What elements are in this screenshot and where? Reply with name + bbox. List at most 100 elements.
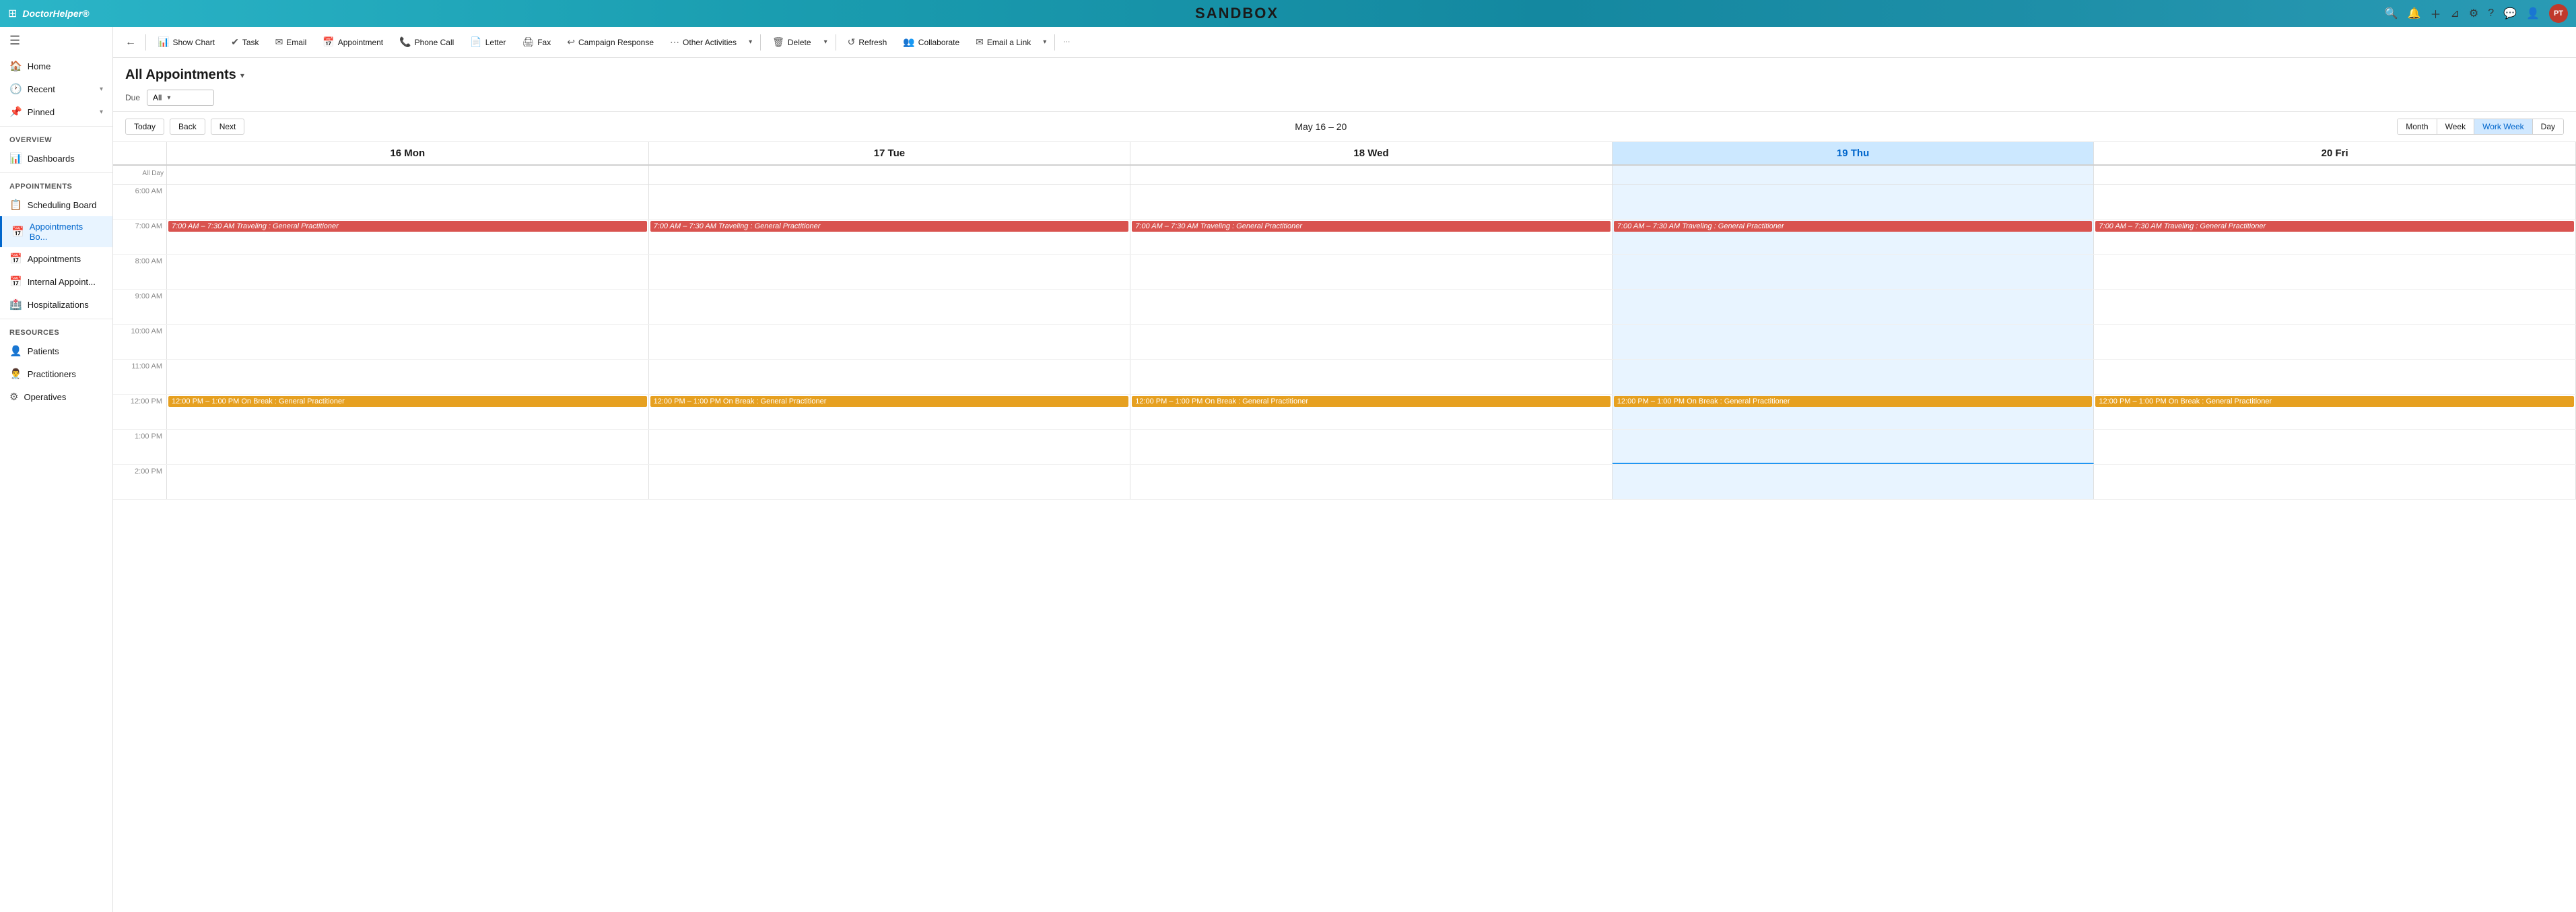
add-icon[interactable]: ＋ xyxy=(2430,5,2441,22)
cal-cell-9am-1[interactable] xyxy=(649,290,1131,324)
sidebar-item-recent[interactable]: 🕐 Recent ▾ xyxy=(0,77,112,100)
traveling-event-1[interactable]: 7:00 AM – 7:30 AM Traveling : General Pr… xyxy=(650,221,1129,232)
sidebar-item-practitioners[interactable]: 👨‍⚕️ Practitioners xyxy=(0,362,112,385)
cal-cell-1pm-2[interactable] xyxy=(1130,430,1613,464)
cal-cell-6am-3-today[interactable] xyxy=(1613,185,2095,219)
cal-cell-1pm-4[interactable] xyxy=(2094,430,2576,464)
cal-cell-2pm-3-today[interactable] xyxy=(1613,465,2095,499)
phone-call-button[interactable]: 📞 Phone Call xyxy=(392,32,461,53)
traveling-event-4[interactable]: 7:00 AM – 7:30 AM Traveling : General Pr… xyxy=(2095,221,2574,232)
cal-cell-8am-2[interactable] xyxy=(1130,255,1613,289)
cal-cell-7am-4[interactable]: 7:00 AM – 7:30 AM Traveling : General Pr… xyxy=(2094,220,2576,254)
cal-cell-6am-2[interactable] xyxy=(1130,185,1613,219)
cal-cell-7am-1[interactable]: 7:00 AM – 7:30 AM Traveling : General Pr… xyxy=(649,220,1131,254)
sidebar-item-scheduling-board[interactable]: 📋 Scheduling Board xyxy=(0,193,112,216)
cal-cell-9am-2[interactable] xyxy=(1130,290,1613,324)
work-week-view-button[interactable]: Work Week xyxy=(2474,119,2533,134)
on-break-event-0[interactable]: 12:00 PM – 1:00 PM On Break : General Pr… xyxy=(168,396,647,407)
sidebar-item-internal-appoint[interactable]: 📅 Internal Appoint... xyxy=(0,270,112,293)
cal-cell-10am-4[interactable] xyxy=(2094,325,2576,359)
cal-cell-2pm-4[interactable] xyxy=(2094,465,2576,499)
cal-cell-9am-0[interactable] xyxy=(167,290,649,324)
cal-cell-11am-2[interactable] xyxy=(1130,360,1613,394)
help-icon[interactable]: ? xyxy=(2488,7,2494,20)
cal-cell-8am-1[interactable] xyxy=(649,255,1131,289)
collaborate-button[interactable]: 👥 Collaborate xyxy=(895,32,967,53)
hamburger-button[interactable]: ☰ xyxy=(0,27,112,55)
email-link-caret[interactable]: ▾ xyxy=(1039,34,1050,51)
cal-cell-2pm-1[interactable] xyxy=(649,465,1131,499)
settings-icon[interactable]: ⚙ xyxy=(2469,7,2478,20)
cal-cell-11am-3-today[interactable] xyxy=(1613,360,2095,394)
back-nav-button[interactable]: Back xyxy=(170,119,205,135)
cal-cell-9am-3-today[interactable] xyxy=(1613,290,2095,324)
cal-cell-12pm-2[interactable]: 12:00 PM – 1:00 PM On Break : General Pr… xyxy=(1130,395,1613,429)
traveling-event-3[interactable]: 7:00 AM – 7:30 AM Traveling : General Pr… xyxy=(1614,221,2093,232)
next-nav-button[interactable]: Next xyxy=(211,119,245,135)
appointment-button[interactable]: 📅 Appointment xyxy=(315,32,391,53)
cal-cell-8am-4[interactable] xyxy=(2094,255,2576,289)
cal-cell-9am-4[interactable] xyxy=(2094,290,2576,324)
fax-button[interactable]: 🖨 Fax xyxy=(514,32,558,53)
sidebar-item-operatives[interactable]: ⚙ Operatives xyxy=(0,385,112,408)
task-button[interactable]: ✔ Task xyxy=(224,32,266,53)
cal-cell-7am-0[interactable]: 7:00 AM – 7:30 AM Traveling : General Pr… xyxy=(167,220,649,254)
cal-cell-2pm-2[interactable] xyxy=(1130,465,1613,499)
cal-cell-12pm-1[interactable]: 12:00 PM – 1:00 PM On Break : General Pr… xyxy=(649,395,1131,429)
sidebar-item-hospitalizations[interactable]: 🏥 Hospitalizations xyxy=(0,293,112,316)
cal-cell-7am-2[interactable]: 7:00 AM – 7:30 AM Traveling : General Pr… xyxy=(1130,220,1613,254)
cal-cell-10am-1[interactable] xyxy=(649,325,1131,359)
show-chart-button[interactable]: 📊 Show Chart xyxy=(150,32,222,53)
on-break-event-3[interactable]: 12:00 PM – 1:00 PM On Break : General Pr… xyxy=(1614,396,2093,407)
traveling-event-2[interactable]: 7:00 AM – 7:30 AM Traveling : General Pr… xyxy=(1132,221,1611,232)
week-view-button[interactable]: Week xyxy=(2437,119,2474,134)
search-icon[interactable]: 🔍 xyxy=(2385,7,2398,20)
avatar[interactable]: PT xyxy=(2549,4,2568,23)
cal-cell-1pm-3-today[interactable] xyxy=(1613,430,2095,464)
chat-icon[interactable]: 💬 xyxy=(2503,7,2517,20)
sidebar-item-appointments[interactable]: 📅 Appointments xyxy=(0,247,112,270)
person-icon[interactable]: 👤 xyxy=(2526,7,2540,20)
letter-button[interactable]: 📄 Letter xyxy=(463,32,513,53)
grid-icon[interactable]: ⊞ xyxy=(8,7,17,20)
cal-cell-1pm-1[interactable] xyxy=(649,430,1131,464)
cal-cell-8am-0[interactable] xyxy=(167,255,649,289)
today-button[interactable]: Today xyxy=(125,119,164,135)
day-view-button[interactable]: Day xyxy=(2533,119,2563,134)
page-title-chevron-icon[interactable]: ▾ xyxy=(240,71,244,80)
on-break-event-2[interactable]: 12:00 PM – 1:00 PM On Break : General Pr… xyxy=(1132,396,1611,407)
on-break-event-4[interactable]: 12:00 PM – 1:00 PM On Break : General Pr… xyxy=(2095,396,2574,407)
filter-select[interactable]: All ▾ xyxy=(147,90,214,106)
campaign-response-button[interactable]: ↩ Campaign Response xyxy=(560,32,661,53)
back-button[interactable]: ← xyxy=(120,34,141,51)
sidebar-item-patients[interactable]: 👤 Patients xyxy=(0,339,112,362)
delete-caret[interactable]: ▾ xyxy=(820,34,832,51)
cal-cell-11am-4[interactable] xyxy=(2094,360,2576,394)
email-link-button[interactable]: ✉ Email a Link xyxy=(968,32,1038,53)
cal-cell-6am-0[interactable] xyxy=(167,185,649,219)
traveling-event-0[interactable]: 7:00 AM – 7:30 AM Traveling : General Pr… xyxy=(168,221,647,232)
sidebar-item-home[interactable]: 🏠 Home xyxy=(0,55,112,77)
cal-cell-10am-2[interactable] xyxy=(1130,325,1613,359)
cal-cell-6am-1[interactable] xyxy=(649,185,1131,219)
month-view-button[interactable]: Month xyxy=(2398,119,2437,134)
refresh-button[interactable]: ↺ Refresh xyxy=(840,32,895,53)
cal-cell-10am-3-today[interactable] xyxy=(1613,325,2095,359)
cal-cell-12pm-3-today[interactable]: 12:00 PM – 1:00 PM On Break : General Pr… xyxy=(1613,395,2095,429)
sidebar-item-dashboards[interactable]: 📊 Dashboards xyxy=(0,147,112,170)
cal-cell-7am-3-today[interactable]: 7:00 AM – 7:30 AM Traveling : General Pr… xyxy=(1613,220,2095,254)
cal-cell-6am-4[interactable] xyxy=(2094,185,2576,219)
other-activities-button[interactable]: ⋯ Other Activities xyxy=(663,32,743,53)
sidebar-item-pinned[interactable]: 📌 Pinned ▾ xyxy=(0,100,112,123)
cal-cell-1pm-0[interactable] xyxy=(167,430,649,464)
sidebar-item-appointments-board[interactable]: 📅 Appointments Bo... ↗ xyxy=(0,216,112,247)
email-button[interactable]: ✉ Email xyxy=(268,32,314,53)
cal-cell-11am-1[interactable] xyxy=(649,360,1131,394)
cal-cell-11am-0[interactable] xyxy=(167,360,649,394)
other-activities-caret[interactable]: ▾ xyxy=(745,34,756,51)
notification-icon[interactable]: 🔔 xyxy=(2408,7,2421,20)
cal-cell-12pm-0[interactable]: 12:00 PM – 1:00 PM On Break : General Pr… xyxy=(167,395,649,429)
cal-cell-2pm-0[interactable] xyxy=(167,465,649,499)
more-options-button[interactable]: ⋯ xyxy=(1059,34,1074,51)
cal-cell-10am-0[interactable] xyxy=(167,325,649,359)
